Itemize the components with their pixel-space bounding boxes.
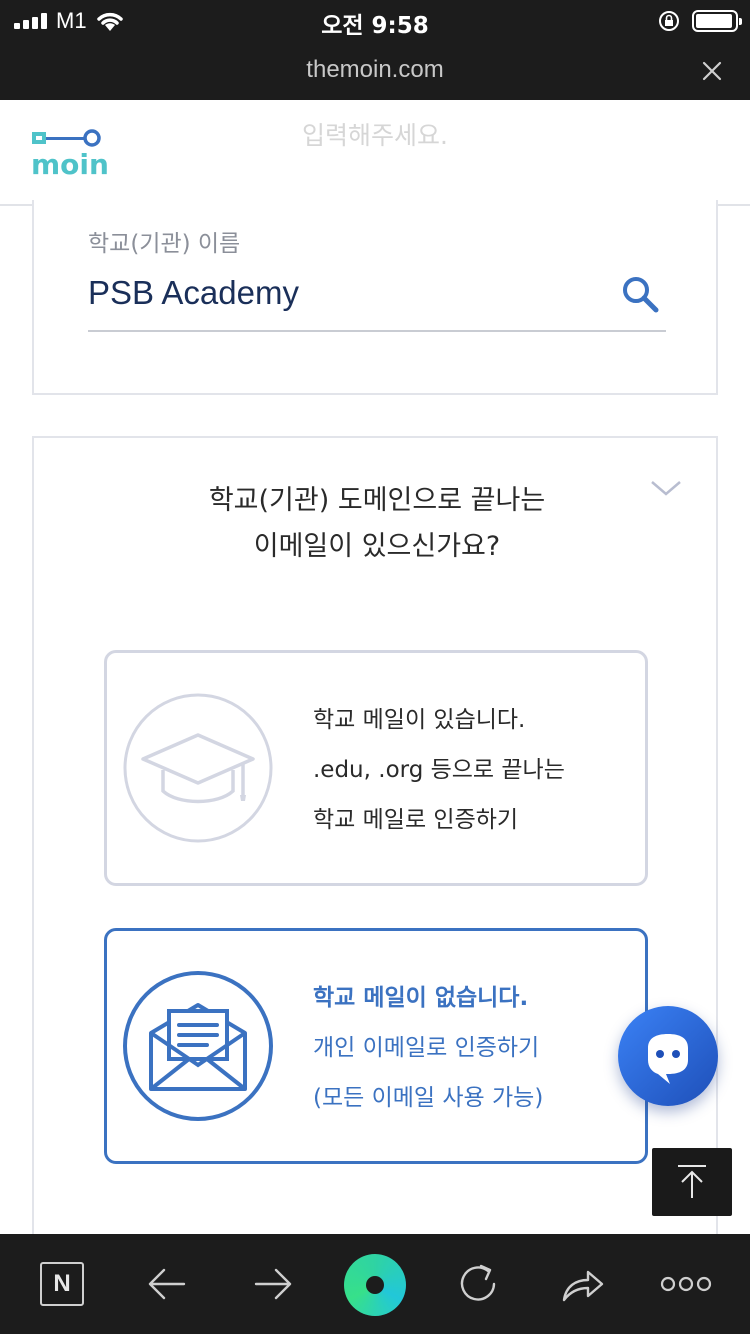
browser-url-bar[interactable]: themoin.com xyxy=(0,42,750,100)
back-arrow-icon[interactable] xyxy=(138,1256,198,1312)
forward-arrow-icon[interactable] xyxy=(242,1256,302,1312)
browser-toolbar: N xyxy=(0,1234,750,1334)
arrow-up-icon xyxy=(678,1165,706,1198)
refresh-icon[interactable] xyxy=(448,1256,508,1312)
search-icon[interactable] xyxy=(620,274,660,314)
status-bar: M1 오전 9:58 xyxy=(0,0,750,42)
chat-button[interactable] xyxy=(618,1006,718,1106)
scroll-to-top-button[interactable] xyxy=(652,1148,732,1216)
email-question: 학교(기관) 도메인으로 끝나는 이메일이 있으신가요? xyxy=(34,478,720,570)
green-dot-home-button[interactable] xyxy=(344,1254,406,1316)
moin-logo[interactable]: moin xyxy=(30,128,120,178)
battery-icon xyxy=(692,10,742,32)
option1-line2: .edu, .org 등으로 끝나는 xyxy=(313,757,565,783)
logo-text: moin xyxy=(31,148,109,178)
option1-line3: 학교 메일로 인증하기 xyxy=(313,807,519,833)
close-icon[interactable] xyxy=(698,57,726,85)
option1-line1: 학교 메일이 있습니다. xyxy=(313,707,526,733)
has-school-email-option[interactable]: 학교 메일이 있습니다. .edu, .org 등으로 끝나는 학교 메일로 인… xyxy=(104,650,648,886)
no-school-email-option[interactable]: 학교 메일이 없습니다. 개인 이메일로 인증하기 (모든 이메일 사용 가능) xyxy=(104,928,648,1164)
rotation-lock-icon xyxy=(659,11,679,31)
option2-text: 학교 메일이 없습니다. 개인 이메일로 인증하기 (모든 이메일 사용 가능) xyxy=(313,973,633,1123)
more-options-icon[interactable] xyxy=(656,1256,716,1312)
graduation-cap-icon xyxy=(123,693,273,843)
envelope-icon xyxy=(123,971,273,1121)
school-name-card: 학교(기관) 이름 PSB Academy xyxy=(32,200,718,395)
site-header: 입력해주세요. moin xyxy=(0,100,750,206)
share-icon[interactable] xyxy=(552,1256,612,1312)
question-line1: 학교(기관) 도메인으로 끝나는 xyxy=(208,485,546,516)
option2-line1: 학교 메일이 없습니다. xyxy=(313,985,529,1011)
question-line2: 이메일이 있으신가요? xyxy=(253,531,501,562)
school-name-input[interactable]: PSB Academy xyxy=(88,274,299,312)
chevron-down-icon[interactable] xyxy=(648,476,684,500)
input-underline xyxy=(88,330,666,332)
email-question-card: 학교(기관) 도메인으로 끝나는 이메일이 있으신가요? 학교 메일이 있습니다… xyxy=(32,436,718,1256)
url-text: themoin.com xyxy=(306,56,444,83)
option1-text: 학교 메일이 있습니다. .edu, .org 등으로 끝나는 학교 메일로 인… xyxy=(313,695,633,845)
naver-home-button[interactable]: N xyxy=(40,1262,84,1306)
option2-line2: 개인 이메일로 인증하기 xyxy=(313,1035,540,1061)
chat-bubble-icon xyxy=(648,1034,688,1084)
status-time: 오전 9:58 xyxy=(321,13,429,39)
school-name-label: 학교(기관) 이름 xyxy=(88,231,241,257)
option2-line3: (모든 이메일 사용 가능) xyxy=(313,1085,544,1111)
